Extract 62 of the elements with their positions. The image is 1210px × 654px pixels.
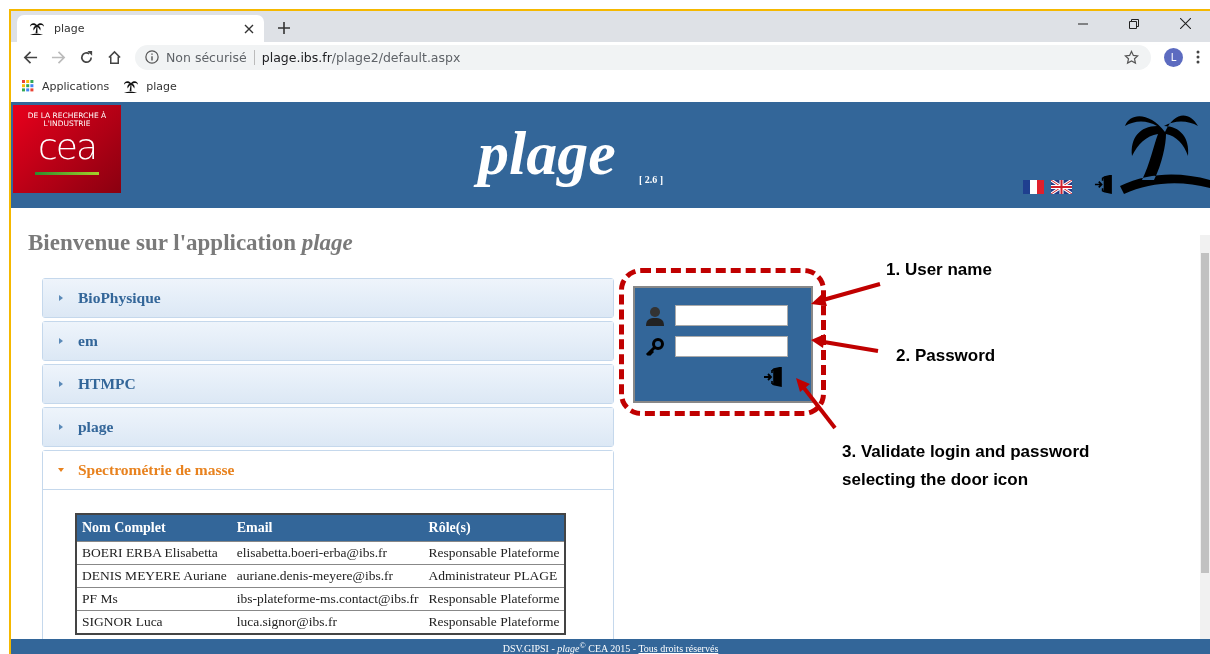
bookmark-item[interactable]: Applications [22, 79, 110, 93]
palm-tree-icon [123, 78, 139, 94]
info-icon [145, 50, 159, 64]
column-header: Rôle(s) [423, 514, 566, 542]
security-label: Non sécurisé [166, 49, 247, 65]
caret-icon [58, 424, 64, 430]
table-cell: Responsable Plateforme [423, 587, 566, 611]
accordion-header[interactable]: Spectrométrie de masse [43, 451, 613, 490]
table-cell: SIGNOR Luca [76, 610, 232, 634]
password-field[interactable] [675, 336, 788, 357]
welcome-heading: Bienvenue sur l'application plage [28, 230, 354, 256]
annotation-text: 2. Password [896, 346, 996, 366]
table-cell: ibs-plateforme-ms.contact@ibs.fr [231, 587, 424, 611]
palm-tree-icon [29, 21, 44, 36]
app-title: plage [474, 114, 624, 192]
star-icon[interactable] [1124, 49, 1139, 65]
new-tab-icon[interactable] [278, 22, 290, 34]
bookmark-item[interactable]: plage [123, 78, 177, 94]
table-cell: PF Ms [76, 587, 232, 611]
username-field[interactable] [675, 305, 788, 326]
annotation-text: 1. User name [886, 260, 992, 280]
accordion-header[interactable]: HTMPC [43, 365, 613, 403]
apps-grid-icon [22, 80, 34, 92]
accordion-header[interactable]: BioPhysique [43, 279, 613, 317]
close-icon[interactable] [1180, 18, 1191, 29]
column-header: Email [231, 514, 424, 542]
door-login-icon[interactable] [1094, 175, 1113, 194]
scrollbar[interactable] [1200, 235, 1210, 639]
table-cell: luca.signor@ibs.fr [231, 610, 424, 634]
table-cell: elisabetta.boeri-erba@ibs.fr [231, 541, 424, 565]
door-login-icon[interactable] [763, 367, 783, 387]
user-icon [645, 305, 665, 326]
table-cell: DENIS MEYERE Auriane [76, 564, 232, 588]
table-cell: auriane.denis-meyere@ibs.fr [231, 564, 424, 588]
table-cell: BOERI ERBA Elisabetta [76, 541, 232, 565]
footer-link[interactable]: Tous droits réservés [638, 643, 719, 654]
table-cell: Administrateur PLAGE [423, 564, 566, 588]
address-bar[interactable]: Non sécurisé plage.ibs.fr/plage2/default.aspx [135, 44, 1151, 70]
table-cell: Responsable Plateforme [423, 541, 566, 565]
uk-flag-icon[interactable] [1051, 180, 1072, 194]
accordion-header[interactable]: plage [43, 408, 613, 446]
table-cell: Responsable Plateforme [423, 610, 566, 634]
caret-icon [58, 295, 64, 301]
close-icon[interactable] [244, 23, 254, 34]
url-text: plage.ibs.fr/plage2/default.aspx [261, 49, 461, 65]
menu-icon[interactable] [1196, 50, 1200, 64]
profile-avatar[interactable]: L [1164, 47, 1183, 67]
reload-icon[interactable] [79, 49, 94, 65]
browser-tab[interactable]: plage [17, 15, 264, 42]
restore-icon[interactable] [1129, 19, 1139, 29]
annotation-text: 3. Validate login and password selecting the door icon [842, 441, 1091, 491]
key-icon [645, 336, 665, 357]
footer-text: DSV.GIPSI - plage$^{©}$ CEA 2015 - Tous droits réservés [502, 640, 719, 654]
french-flag-icon[interactable] [1023, 180, 1044, 194]
back-arrow-icon[interactable] [23, 49, 38, 65]
caret-icon [58, 467, 64, 473]
column-header: Nom Complet [76, 514, 232, 542]
version-label: [ 2.6 ] [639, 174, 664, 185]
caret-icon [58, 338, 64, 344]
home-icon[interactable] [107, 49, 122, 65]
caret-icon [58, 381, 64, 387]
accordion-header[interactable]: em [43, 322, 613, 360]
